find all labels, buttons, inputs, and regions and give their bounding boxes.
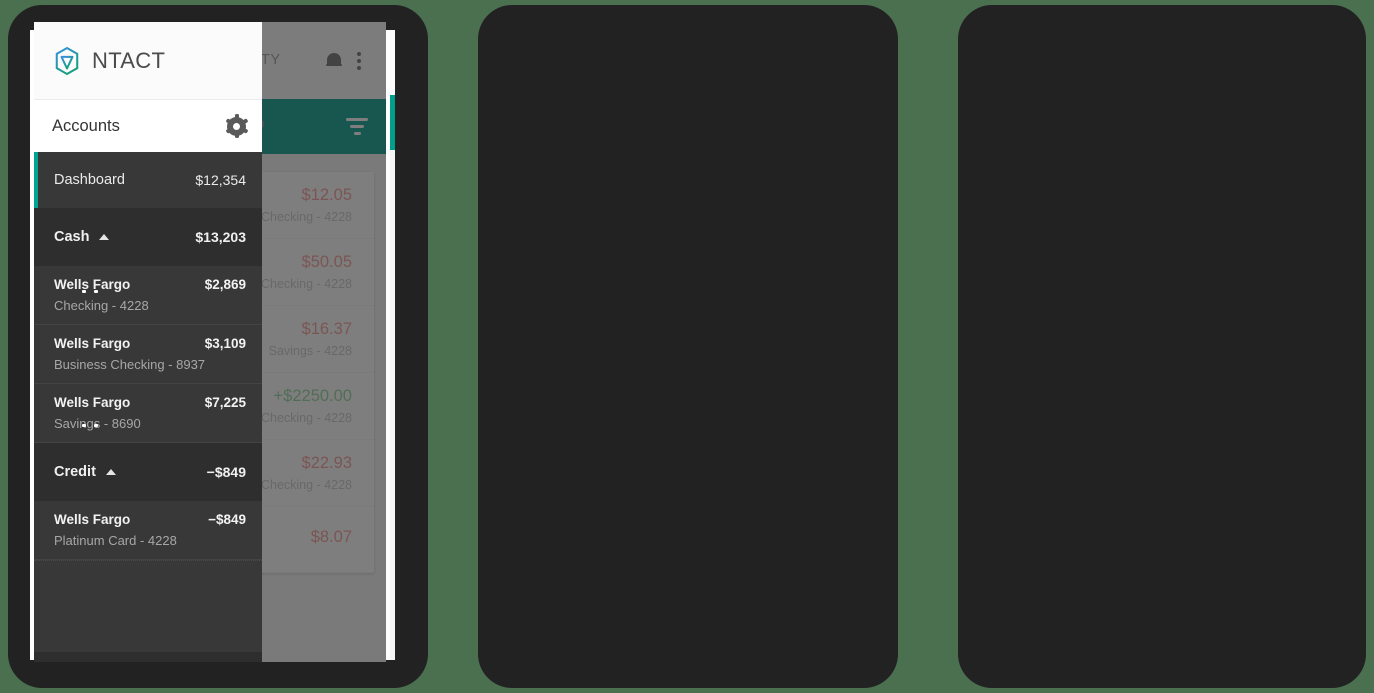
gear-icon[interactable] <box>225 114 248 138</box>
sidebar-group-label: Credit <box>54 464 116 480</box>
sidebar-group-cash[interactable]: Cash $13,203 <box>34 208 262 266</box>
sidebar-group-text: Cash <box>54 229 90 245</box>
account-amount: $7,225 <box>204 395 246 410</box>
account-detail: Checking - 4228 <box>54 298 149 313</box>
sidebar-group-value: −$849 <box>206 464 246 480</box>
navigation-drawer: NTACT Accounts Dashboard $12,354 Cash $13,2… <box>34 22 262 662</box>
sidebar-account-item[interactable]: Wells Fargo $7,225 Savings - 8690 <box>34 384 262 443</box>
sidebar-account-item[interactable]: Wells Fargo $3,109 Business Checking - 893… <box>34 325 262 384</box>
account-bank-name: Wells Fargo <box>54 277 131 292</box>
sidebar-group-credit[interactable]: Credit −$849 <box>34 443 262 501</box>
brand-name: NTACT <box>92 47 166 73</box>
sidebar-item-dashboard[interactable]: Dashboard $12,354 <box>34 152 262 208</box>
drawer-accounts-header: Accounts <box>34 99 262 152</box>
chevron-up-icon <box>99 234 110 240</box>
phone-frame-3 <box>958 5 1366 688</box>
sidebar-account-item[interactable]: Wells Fargo −$849 Platinum Card - 4228 <box>34 501 262 560</box>
sidebar-group-value: $13,203 <box>195 229 246 245</box>
account-bank-name: Wells Fargo <box>54 395 131 410</box>
sidebar-item-label: Dashboard <box>54 172 125 188</box>
sidebar-group-text: Credit <box>54 464 96 480</box>
phone-screen-3: IDENTITY GUARD $12.05Checking - 4228$50.… <box>34 22 386 662</box>
drawer-header: NTACT <box>34 22 262 99</box>
drawer-items: Dashboard $12,354 Cash $13,203 Wells Fargo $2… <box>34 152 262 652</box>
hexagon-logo-icon <box>52 46 82 76</box>
chevron-up-icon <box>105 469 116 475</box>
screenshot-stage: ACCOUNTS IDENTITY GUARD Dashboard Transa… <box>0 0 1374 693</box>
account-amount: $2,869 <box>204 277 246 292</box>
sidebar-group-label: Cash <box>54 229 110 245</box>
account-amount: $3,109 <box>204 336 246 351</box>
drawer-accounts-label: Accounts <box>52 116 120 135</box>
sidebar-account-item[interactable]: Wells Fargo $2,869 Checking - 4228 <box>34 266 262 325</box>
drawer-filler <box>34 560 262 652</box>
account-amount: −$849 <box>208 512 246 527</box>
sidebar-item-value: $12,354 <box>195 172 246 188</box>
account-detail: Platinum Card - 4228 <box>54 533 177 548</box>
account-detail: Business Checking - 8937 <box>54 357 206 372</box>
account-bank-name: Wells Fargo <box>54 336 131 351</box>
phone-frame-2 <box>478 5 898 688</box>
account-bank-name: Wells Fargo <box>54 512 131 527</box>
